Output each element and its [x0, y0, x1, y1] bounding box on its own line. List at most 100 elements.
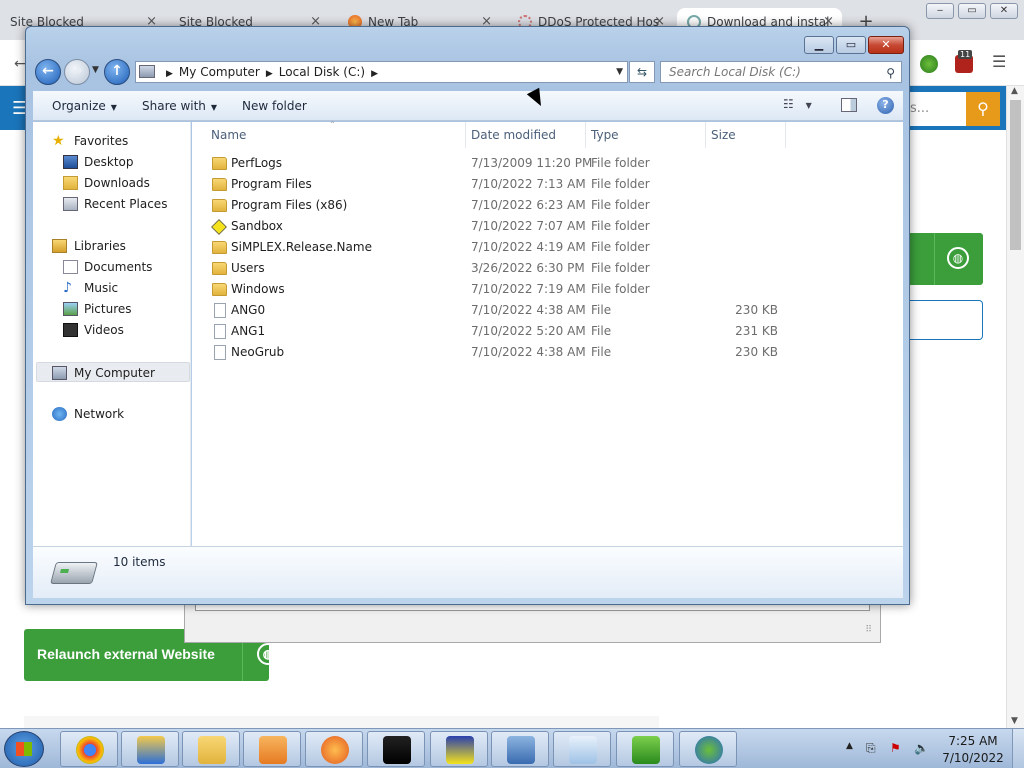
nav-videos[interactable]: Videos: [33, 320, 191, 340]
column-name[interactable]: Name: [211, 128, 246, 142]
close-button[interactable]: ✕: [868, 36, 904, 54]
nav-favorites[interactable]: ★ Favorites: [33, 131, 191, 151]
taskbar-app-button[interactable]: [60, 731, 118, 767]
chevron-down-icon: ▼: [210, 103, 218, 112]
search-input[interactable]: Search Local Disk (C:) ⚲: [660, 61, 902, 83]
file-row[interactable]: NeoGrub 7/10/2022 4:38 AM File 230 KB: [206, 342, 896, 363]
ublock-extension-icon[interactable]: 11: [955, 50, 973, 73]
up-button[interactable]: ↑: [104, 59, 130, 85]
scroll-down-icon[interactable]: ▼: [1011, 716, 1018, 726]
new-folder-button[interactable]: New folder: [242, 99, 307, 113]
preview-pane-icon[interactable]: [841, 98, 857, 112]
action-center-flag-icon[interactable]: ⚑: [890, 741, 904, 755]
column-separator[interactable]: [785, 122, 786, 148]
cubes-app-icon: [632, 736, 660, 764]
scroll-up-icon[interactable]: ▲: [1011, 86, 1018, 96]
folder-icon: [212, 283, 227, 296]
clock-date[interactable]: 7/10/2022: [942, 751, 1004, 765]
address-bar[interactable]: ▶ My Computer ▶ Local Disk (C:) ▶ ▼: [135, 61, 628, 83]
recent-pages-chevron-icon[interactable]: ▼: [92, 65, 99, 75]
show-desktop-button[interactable]: [1012, 729, 1024, 768]
file-size: 230 KB: [735, 303, 778, 317]
address-dropdown-icon[interactable]: ▼: [616, 62, 623, 82]
help-icon[interactable]: ?: [877, 97, 894, 114]
file-row[interactable]: Windows 7/10/2022 7:19 AM File folder: [206, 279, 896, 300]
browser-menu-icon[interactable]: ☰: [992, 52, 1006, 71]
nav-downloads[interactable]: Downloads: [33, 173, 191, 193]
browser-minimize-button[interactable]: ‒: [926, 3, 954, 19]
extension-globe-icon[interactable]: [920, 55, 938, 73]
site-search-input[interactable]: s...: [904, 92, 966, 126]
clock-time[interactable]: 7:25 AM: [948, 734, 998, 748]
nav-desktop[interactable]: Desktop: [33, 152, 191, 172]
column-size[interactable]: Size: [711, 128, 736, 142]
file-row[interactable]: SiMPLEX.Release.Name 7/10/2022 4:19 AM Fil…: [206, 237, 896, 258]
launch-button-partial[interactable]: ◍: [908, 233, 983, 285]
nav-label: Favorites: [74, 134, 129, 148]
resize-grip-icon[interactable]: ⠿: [865, 625, 872, 635]
browser-restore-button[interactable]: ▭: [958, 3, 986, 19]
minimize-button[interactable]: ▁: [804, 36, 834, 54]
column-separator[interactable]: [585, 122, 586, 148]
breadcrumb-chevron-icon[interactable]: ▶: [166, 69, 173, 79]
site-search-icon[interactable]: ⚲: [966, 92, 1000, 126]
start-button[interactable]: [4, 731, 44, 767]
taskbar-app-button[interactable]: [182, 731, 240, 767]
nav-label: Music: [84, 281, 119, 295]
page-scrollbar[interactable]: ▲ ▼: [1006, 86, 1024, 728]
network-icon: [52, 407, 67, 421]
search-placeholder: Search Local Disk (C:): [669, 65, 801, 79]
forward-button[interactable]: →: [64, 59, 90, 85]
nav-recent-places[interactable]: Recent Places: [33, 194, 191, 214]
breadcrumb-chevron-icon[interactable]: ▶: [266, 69, 273, 79]
organize-button[interactable]: Organize ▼: [52, 99, 117, 113]
scrollbar-thumb[interactable]: [1010, 100, 1021, 250]
taskbar-app-button[interactable]: [616, 731, 674, 767]
file-row[interactable]: ANG0 7/10/2022 4:38 AM File 230 KB: [206, 300, 896, 321]
file-row[interactable]: Program Files 7/10/2022 7:13 AM File folde…: [206, 174, 896, 195]
breadcrumb-my-computer[interactable]: My Computer: [179, 65, 260, 79]
file-row[interactable]: Sandbox 7/10/2022 7:07 AM File folder: [206, 216, 896, 237]
file-date-modified: 7/10/2022 4:38 AM: [471, 303, 586, 317]
navigation-pane: ★ Favorites Desktop Downloads Recent Plac…: [33, 122, 191, 546]
browser-close-button[interactable]: ✕: [990, 3, 1018, 19]
nav-music[interactable]: ♪ Music: [33, 278, 191, 298]
file-icon: [214, 324, 226, 339]
column-separator[interactable]: [705, 122, 706, 148]
outline-button-partial[interactable]: [908, 300, 983, 340]
nav-libraries[interactable]: Libraries: [33, 236, 191, 256]
nav-pictures[interactable]: Pictures: [33, 299, 191, 319]
maximize-button[interactable]: ▭: [836, 36, 866, 54]
taskbar-app-button[interactable]: [553, 731, 611, 767]
nav-network[interactable]: Network: [33, 404, 191, 424]
column-separator[interactable]: [465, 122, 466, 148]
network-tray-icon[interactable]: ⎘: [866, 741, 880, 755]
file-row[interactable]: Users 3/26/2022 6:30 PM File folder: [206, 258, 896, 279]
refresh-button[interactable]: ⇆: [629, 61, 655, 83]
taskbar-app-button[interactable]: [305, 731, 363, 767]
nav-my-computer[interactable]: My Computer: [36, 362, 190, 382]
browser-back-icon[interactable]: ←: [14, 56, 26, 72]
back-button[interactable]: ←: [35, 59, 61, 85]
search-icon[interactable]: ⚲: [886, 63, 895, 83]
column-date-modified[interactable]: Date modified: [471, 128, 556, 142]
taskbar-app-button[interactable]: [121, 731, 179, 767]
breadcrumb-chevron-icon[interactable]: ▶: [371, 69, 378, 79]
taskbar-app-button[interactable]: [430, 731, 488, 767]
taskbar-app-button[interactable]: [491, 731, 549, 767]
change-view-button[interactable]: ☷ ▼: [783, 97, 812, 111]
dialog-field: [195, 605, 870, 611]
file-row[interactable]: ANG1 7/10/2022 5:20 AM File 231 KB: [206, 321, 896, 342]
breadcrumb-local-disk[interactable]: Local Disk (C:): [279, 65, 365, 79]
taskbar-app-button[interactable]: [679, 731, 737, 767]
show-hidden-icons-chevron-icon[interactable]: ▲: [846, 741, 853, 751]
taskbar-app-button[interactable]: [243, 731, 301, 767]
file-row[interactable]: Program Files (x86) 7/10/2022 6:23 AM File…: [206, 195, 896, 216]
nav-documents[interactable]: Documents: [33, 257, 191, 277]
taskbar-app-button[interactable]: [367, 731, 425, 767]
share-with-button[interactable]: Share with ▼: [142, 99, 217, 113]
file-row[interactable]: PerfLogs 7/13/2009 11:20 PM File folder: [206, 153, 896, 174]
file-type: File folder: [591, 177, 650, 191]
column-type[interactable]: Type: [591, 128, 619, 142]
volume-icon[interactable]: 🔈: [914, 741, 929, 755]
